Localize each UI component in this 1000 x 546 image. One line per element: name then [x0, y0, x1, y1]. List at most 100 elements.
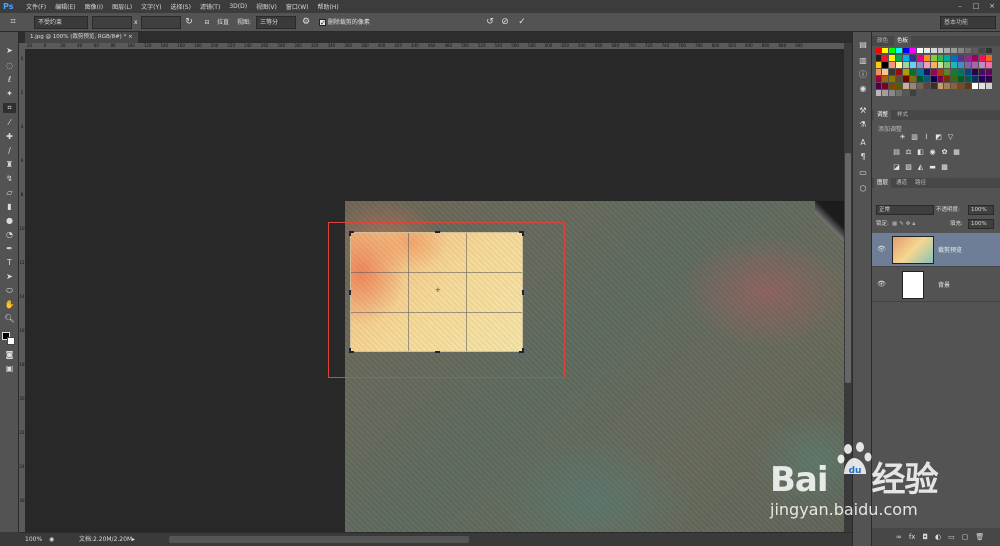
- exposure-icon[interactable]: ◩: [934, 133, 943, 142]
- color-swatch[interactable]: [965, 83, 971, 90]
- threshold-icon[interactable]: ◭: [916, 163, 925, 172]
- eyedropper-tool-icon[interactable]: ⁄: [3, 118, 16, 128]
- document-tab[interactable]: 1.jpg @ 100% (裁剪预览, RGB/8#) * ×: [25, 32, 138, 43]
- color-balance-icon[interactable]: ⚖: [904, 148, 913, 157]
- blur-tool-icon[interactable]: ●: [3, 216, 16, 226]
- color-swatch[interactable]: [965, 61, 971, 68]
- paragraph-panel-icon[interactable]: ¶: [857, 152, 869, 162]
- swap-icon[interactable]: ↻: [184, 16, 194, 29]
- color-swatch[interactable]: [951, 76, 958, 82]
- color-swatch[interactable]: [923, 47, 930, 54]
- color-swatch[interactable]: [958, 76, 965, 82]
- properties-panel-icon[interactable]: ▥: [857, 56, 869, 66]
- color-swatch[interactable]: [971, 68, 978, 75]
- height-input[interactable]: [141, 16, 181, 29]
- color-swatch[interactable]: [909, 61, 916, 68]
- black-white-icon[interactable]: ◧: [916, 148, 925, 157]
- color-swatch[interactable]: [985, 54, 992, 61]
- tab-adjustments[interactable]: 调整: [874, 110, 892, 120]
- menu-view[interactable]: 视图(V): [256, 2, 277, 11]
- color-swatch[interactable]: [971, 54, 978, 61]
- background-color-swatch[interactable]: [7, 337, 15, 345]
- posterize-icon[interactable]: ▨: [904, 163, 913, 172]
- delete-pixels-checkbox[interactable]: [319, 17, 326, 30]
- color-swatch[interactable]: [937, 61, 944, 68]
- move-tool-icon[interactable]: ➤: [3, 46, 16, 56]
- color-swatch[interactable]: [875, 54, 882, 61]
- marquee-tool-icon[interactable]: ◌: [3, 61, 16, 71]
- status-menu-arrow-icon[interactable]: ▸: [132, 533, 135, 546]
- fill-input[interactable]: 100%: [968, 219, 994, 229]
- gradient-map-icon[interactable]: ▬: [928, 163, 937, 172]
- color-swatch[interactable]: [896, 54, 903, 61]
- minimize-icon[interactable]: –: [956, 2, 964, 10]
- tab-swatches[interactable]: 色板: [894, 36, 912, 46]
- color-swatch[interactable]: [937, 83, 944, 90]
- straighten-label[interactable]: 拉直: [217, 16, 229, 29]
- opacity-input[interactable]: 100%: [968, 205, 994, 215]
- pen-tool-icon[interactable]: ✒: [3, 244, 16, 254]
- color-swatch[interactable]: [930, 76, 937, 82]
- ratio-select[interactable]: 不受约束: [34, 16, 88, 29]
- color-swatch[interactable]: [985, 76, 992, 82]
- tab-paths[interactable]: 路径: [912, 178, 929, 188]
- type-tool-icon[interactable]: T: [3, 258, 16, 268]
- color-swatch[interactable]: [903, 83, 909, 90]
- menu-select[interactable]: 选择(S): [170, 2, 191, 11]
- color-swatch[interactable]: [978, 47, 985, 54]
- color-swatch[interactable]: [889, 54, 896, 61]
- color-swatch[interactable]: [985, 61, 992, 68]
- selective-color-icon[interactable]: ▩: [940, 163, 949, 172]
- close-icon[interactable]: ×: [988, 2, 996, 10]
- brush-presets-icon[interactable]: ⚒: [857, 106, 869, 116]
- tab-channels[interactable]: 通道: [893, 178, 910, 188]
- menu-edit[interactable]: 编辑(E): [55, 2, 75, 11]
- straighten-icon[interactable]: ⊟: [200, 16, 214, 29]
- color-swatch[interactable]: [903, 54, 909, 61]
- menu-image[interactable]: 图像(I): [85, 2, 103, 11]
- color-swatch[interactable]: [951, 47, 958, 54]
- levels-icon[interactable]: ▥: [910, 133, 919, 142]
- color-swatch[interactable]: [896, 76, 903, 82]
- photo-filter-icon[interactable]: ◉: [928, 148, 937, 157]
- color-swatch[interactable]: [944, 83, 951, 90]
- color-swatch[interactable]: [978, 54, 985, 61]
- color-swatch[interactable]: [903, 90, 909, 97]
- blend-mode-select[interactable]: 正常: [876, 205, 934, 215]
- color-swatch[interactable]: [944, 61, 951, 68]
- color-swatch[interactable]: [903, 68, 909, 75]
- color-swatch[interactable]: [882, 47, 889, 54]
- color-swatch[interactable]: [944, 68, 951, 75]
- color-lookup-icon[interactable]: ▦: [952, 148, 961, 157]
- color-swatch[interactable]: [958, 61, 965, 68]
- lasso-tool-icon[interactable]: ℓ: [3, 75, 16, 85]
- swatches-grid[interactable]: [875, 47, 995, 97]
- color-swatch[interactable]: [951, 61, 958, 68]
- color-swatch[interactable]: [875, 68, 882, 75]
- color-swatch[interactable]: [916, 54, 923, 61]
- color-swatch[interactable]: [896, 83, 903, 90]
- color-swatch[interactable]: [882, 61, 889, 68]
- color-swatch[interactable]: [909, 68, 916, 75]
- visibility-eye-icon[interactable]: 👁︎: [877, 280, 886, 288]
- color-swatch[interactable]: [971, 83, 978, 90]
- color-swatch[interactable]: [903, 61, 909, 68]
- color-swatch[interactable]: [930, 61, 937, 68]
- zoom-tool-icon[interactable]: 🔍︎: [3, 314, 16, 324]
- color-swatch[interactable]: [985, 68, 992, 75]
- eraser-tool-icon[interactable]: ▱: [3, 188, 16, 198]
- color-swatch[interactable]: [965, 54, 971, 61]
- color-swatch[interactable]: [958, 47, 965, 54]
- color-swatch[interactable]: [882, 54, 889, 61]
- layer-row[interactable]: 👁︎ 裁剪预览: [872, 233, 1000, 267]
- color-swatch[interactable]: [951, 68, 958, 75]
- path-selection-tool-icon[interactable]: ➤: [3, 272, 16, 282]
- layer-name[interactable]: 裁剪预览: [938, 245, 962, 254]
- color-swatch[interactable]: [978, 76, 985, 82]
- color-swatch[interactable]: [944, 76, 951, 82]
- color-swatch[interactable]: [923, 83, 930, 90]
- color-swatch[interactable]: [937, 68, 944, 75]
- color-swatch[interactable]: [916, 83, 923, 90]
- width-input[interactable]: [92, 16, 132, 29]
- color-swatch[interactable]: [889, 76, 896, 82]
